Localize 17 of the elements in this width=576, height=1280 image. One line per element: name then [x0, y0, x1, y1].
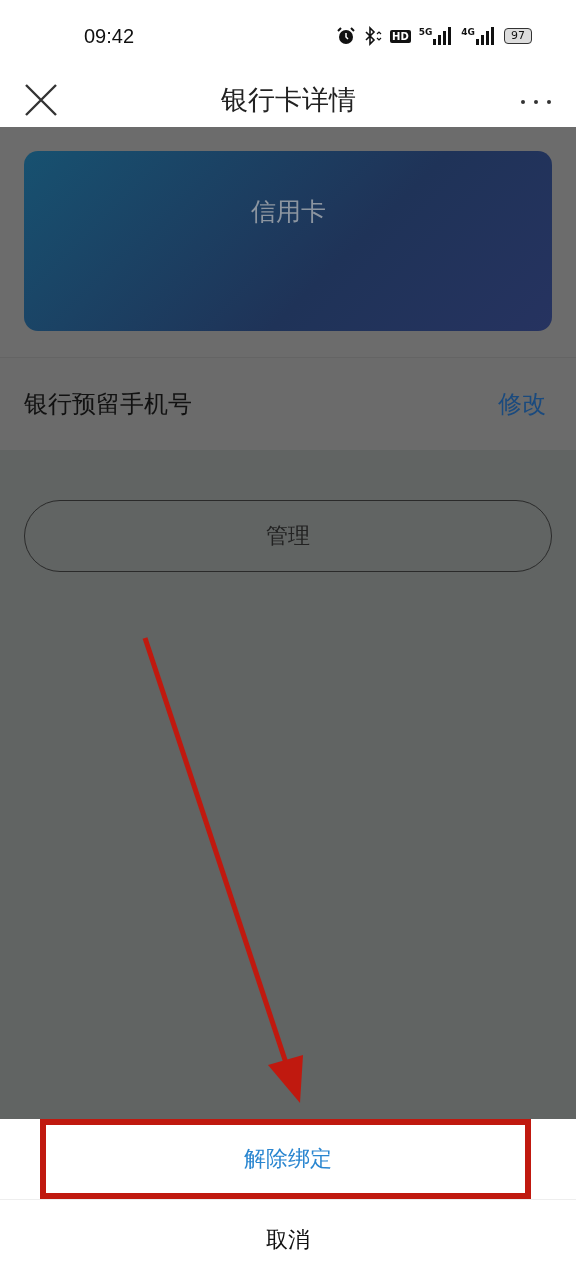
alarm-icon [336, 26, 356, 46]
sheet-action[interactable]: 解除绑定 [224, 1136, 352, 1182]
page-title: 银行卡详情 [220, 82, 356, 117]
battery-indicator: 97 [504, 28, 532, 44]
status-time: 09:42 [84, 24, 135, 48]
card-type-label: 信用卡 [250, 196, 326, 228]
signal-icon [476, 27, 496, 45]
signal-icon [433, 27, 454, 45]
network-label: 4G [461, 27, 475, 37]
bluetooth-icon [364, 26, 382, 46]
phone-label: 银行预留手机号 [24, 389, 192, 420]
sheet-action[interactable]: 取消 [246, 1217, 330, 1263]
network-label: 5G [418, 27, 433, 37]
bank-card[interactable]: 信用卡 [24, 151, 552, 331]
close-icon[interactable] [24, 82, 58, 117]
more-icon[interactable] [520, 98, 552, 105]
hd-badge: HD [390, 29, 411, 43]
